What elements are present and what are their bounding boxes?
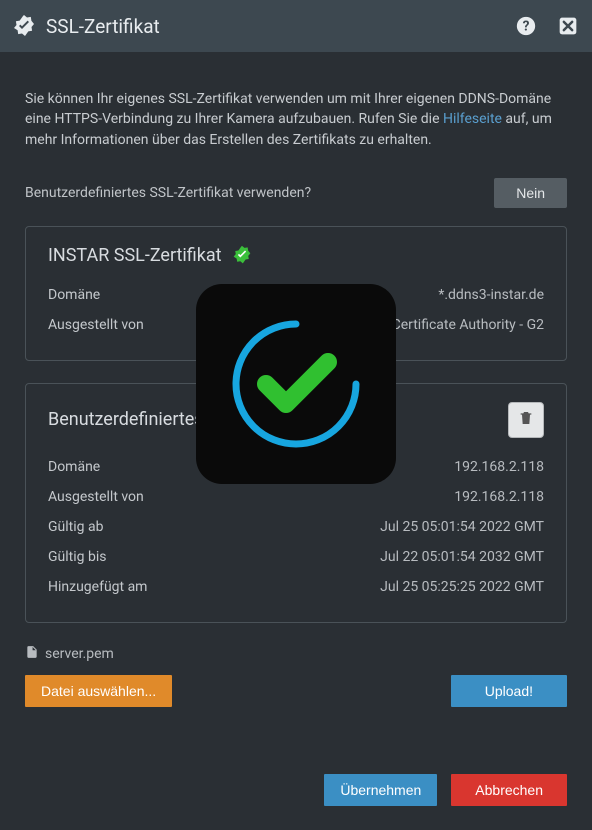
certificate-icon	[12, 14, 36, 38]
instar-domain-label: Domäne	[48, 287, 100, 303]
custom-validfrom-label: Gültig ab	[48, 519, 103, 535]
help-icon[interactable]: ?	[514, 14, 538, 38]
dialog-header: SSL-Zertifikat ?	[0, 0, 592, 52]
success-overlay	[196, 284, 396, 484]
apply-button[interactable]: Übernehmen	[324, 774, 437, 806]
custom-cert-toggle-button[interactable]: Nein	[494, 178, 567, 208]
dialog-footer: Übernehmen Abbrechen	[324, 774, 567, 806]
instar-cert-title-text: INSTAR SSL-Zertifikat	[48, 245, 222, 266]
intro-text: Sie können Ihr eigenes SSL-Zertifikat ve…	[25, 89, 567, 150]
custom-issuer-value: 192.168.2.118	[454, 489, 544, 505]
kv-row: Gültig ab Jul 25 05:01:54 2022 GMT	[48, 512, 544, 542]
custom-added-label: Hinzugefügt am	[48, 579, 147, 595]
custom-validto-label: Gültig bis	[48, 549, 106, 565]
selected-file-name: server.pem	[45, 646, 114, 662]
choose-file-button[interactable]: Datei auswählen...	[25, 675, 172, 707]
instar-domain-value: *.ddns3-instar.de	[438, 287, 544, 303]
close-icon[interactable]	[556, 14, 580, 38]
instar-issuer-label: Ausgestellt von	[48, 317, 144, 333]
custom-added-value: Jul 25 05:25:25 2022 GMT	[380, 579, 544, 595]
verified-badge-icon	[232, 245, 252, 265]
trash-icon	[518, 410, 534, 430]
custom-validto-value: Jul 22 05:01:54 2032 GMT	[380, 549, 544, 565]
custom-cert-toggle-row: Benutzerdefiniertes SSL-Zertifikat verwe…	[25, 178, 567, 208]
kv-row: Hinzugefügt am Jul 25 05:25:25 2022 GMT	[48, 572, 544, 602]
instar-cert-title: INSTAR SSL-Zertifikat	[48, 245, 544, 266]
custom-domain-value: 192.168.2.118	[454, 459, 544, 475]
custom-cert-toggle-label: Benutzerdefiniertes SSL-Zertifikat verwe…	[25, 185, 311, 201]
selected-file-row: server.pem	[25, 645, 567, 663]
custom-issuer-label: Ausgestellt von	[48, 489, 144, 505]
file-action-row: Datei auswählen... Upload!	[25, 675, 567, 707]
custom-validfrom-value: Jul 25 05:01:54 2022 GMT	[380, 519, 544, 535]
delete-cert-button[interactable]	[508, 402, 544, 438]
upload-button[interactable]: Upload!	[451, 675, 567, 707]
dialog-title: SSL-Zertifikat	[46, 15, 514, 38]
custom-domain-label: Domäne	[48, 459, 100, 475]
help-link[interactable]: Hilfeseite	[443, 111, 502, 127]
success-check-icon	[221, 309, 371, 459]
kv-row: Ausgestellt von 192.168.2.118	[48, 482, 544, 512]
kv-row: Gültig bis Jul 22 05:01:54 2032 GMT	[48, 542, 544, 572]
svg-text:?: ?	[523, 19, 530, 35]
cancel-button[interactable]: Abbrechen	[451, 774, 567, 806]
file-icon	[25, 645, 39, 663]
